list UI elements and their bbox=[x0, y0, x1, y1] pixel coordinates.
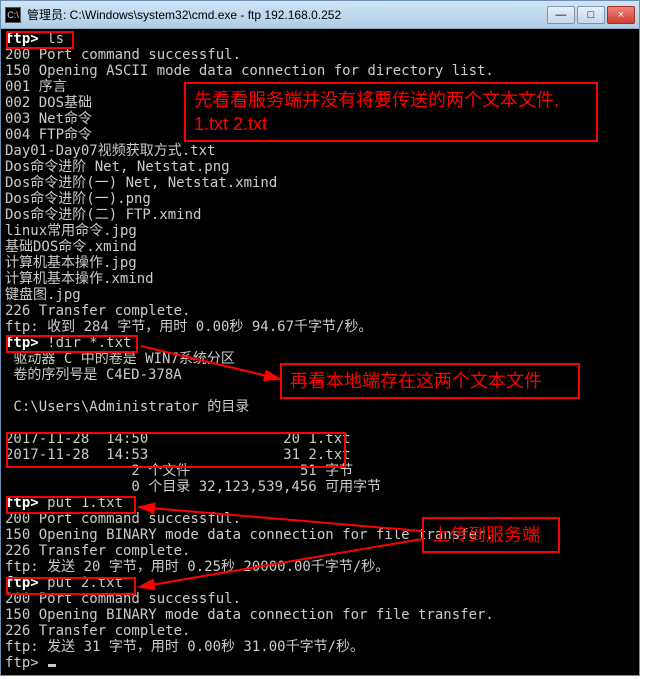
terminal-line: 基础DOS命令.xmind bbox=[5, 239, 635, 255]
terminal-line: 001 序言 bbox=[5, 79, 635, 95]
terminal-line: 226 Transfer complete. bbox=[5, 543, 635, 559]
window-buttons: — □ × bbox=[547, 6, 635, 24]
terminal-line: 004 FTP命令 bbox=[5, 127, 635, 143]
terminal-line: 150 Opening ASCII mode data connection f… bbox=[5, 63, 635, 79]
terminal-line: 键盘图.jpg bbox=[5, 287, 635, 303]
terminal-line: 2 个文件 51 字节 bbox=[5, 463, 635, 479]
cmd-icon: C:\ bbox=[5, 7, 21, 23]
terminal-line: ftp: 发送 31 字节，用时 0.00秒 31.00千字节/秒。 bbox=[5, 639, 635, 655]
terminal-line: Dos命令进阶(二) FTP.xmind bbox=[5, 207, 635, 223]
terminal-line: C:\Users\Administrator 的目录 bbox=[5, 399, 635, 415]
window-title: 管理员: C:\Windows\system32\cmd.exe - ftp 1… bbox=[27, 6, 547, 23]
terminal-line: ftp> put 1.txt bbox=[5, 495, 635, 511]
terminal-line: ftp: 发送 20 字节，用时 0.25秒 20000.00千字节/秒。 bbox=[5, 559, 635, 575]
terminal-line: 226 Transfer complete. bbox=[5, 623, 635, 639]
terminal-line: 150 Opening BINARY mode data connection … bbox=[5, 527, 635, 543]
terminal-line: 200 Port command successful. bbox=[5, 591, 635, 607]
terminal-line: 200 Port command successful. bbox=[5, 47, 635, 63]
terminal-line: 计算机基本操作.xmind bbox=[5, 271, 635, 287]
terminal-line: Day01-Day07视频获取方式.txt bbox=[5, 143, 635, 159]
terminal-line: 200 Port command successful. bbox=[5, 511, 635, 527]
close-button[interactable]: × bbox=[607, 6, 635, 24]
titlebar[interactable]: C:\ 管理员: C:\Windows\system32\cmd.exe - f… bbox=[1, 1, 639, 29]
terminal-line: 2017-11-28 14:53 31 2.txt bbox=[5, 447, 635, 463]
terminal-line: Dos命令进阶 Net, Netstat.png bbox=[5, 159, 635, 175]
terminal-line: 2017-11-28 14:50 20 1.txt bbox=[5, 431, 635, 447]
terminal-line: 驱动器 C 中的卷是 WIN7系统分区 bbox=[5, 351, 635, 367]
terminal-line: ftp: 收到 284 字节，用时 0.00秒 94.67千字节/秒。 bbox=[5, 319, 635, 335]
terminal-line: 卷的序列号是 C4ED-378A bbox=[5, 367, 635, 383]
cmd-window: C:\ 管理员: C:\Windows\system32\cmd.exe - f… bbox=[0, 0, 640, 676]
terminal-line: Dos命令进阶(一).png bbox=[5, 191, 635, 207]
terminal-output[interactable]: ftp> ls200 Port command successful.150 O… bbox=[1, 29, 639, 675]
terminal-line: 0 个目录 32,123,539,456 可用字节 bbox=[5, 479, 635, 495]
terminal-line bbox=[5, 383, 635, 399]
terminal-line: linux常用命令.jpg bbox=[5, 223, 635, 239]
terminal-line: ftp> ls bbox=[5, 31, 635, 47]
minimize-button[interactable]: — bbox=[547, 6, 575, 24]
terminal-line: 003 Net命令 bbox=[5, 111, 635, 127]
terminal-line: ftp> put 2.txt bbox=[5, 575, 635, 591]
cursor bbox=[48, 664, 56, 667]
terminal-line: ftp> bbox=[5, 655, 635, 671]
terminal-line: 150 Opening BINARY mode data connection … bbox=[5, 607, 635, 623]
maximize-button[interactable]: □ bbox=[577, 6, 605, 24]
terminal-line: ftp> !dir *.txt bbox=[5, 335, 635, 351]
terminal-line: 002 DOS基础 bbox=[5, 95, 635, 111]
terminal-line: Dos命令进阶(一) Net, Netstat.xmind bbox=[5, 175, 635, 191]
terminal-line: 计算机基本操作.jpg bbox=[5, 255, 635, 271]
terminal-line bbox=[5, 415, 635, 431]
terminal-line: 226 Transfer complete. bbox=[5, 303, 635, 319]
